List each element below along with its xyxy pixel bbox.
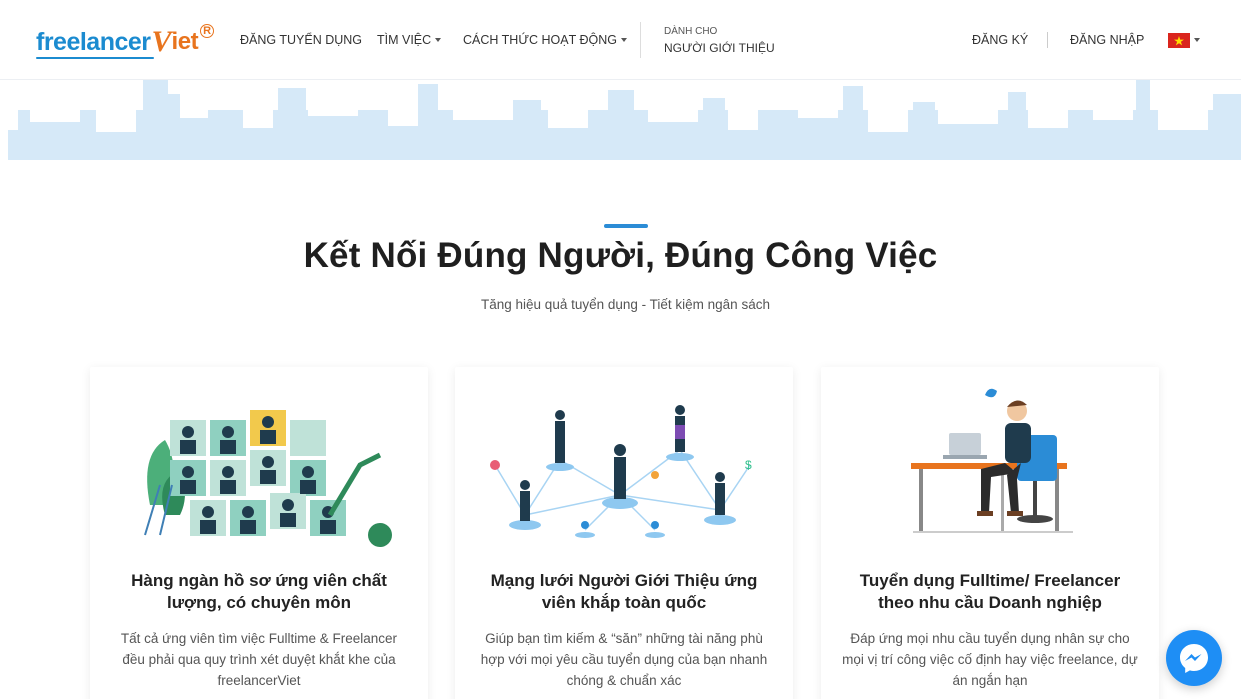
card-title-network: Mạng lưới Người Giới Thiệu ứng viên khắp… <box>490 571 758 612</box>
chevron-down-icon <box>435 38 442 42</box>
header: freelancer V iet R ĐĂNG TUYỂN DỤNG TÌM V… <box>0 0 1241 80</box>
registered-mark: R <box>200 24 215 38</box>
language-selector[interactable] <box>1168 0 1200 80</box>
nav-find-job-label: TÌM VIỆC <box>377 33 432 47</box>
feature-card-fulltime: Tuyển dụng Fulltime/ Freelancer theo nhu… <box>821 367 1159 699</box>
vietnam-flag-icon <box>1168 32 1190 48</box>
login-label: ĐĂNG NHẬP <box>1070 33 1145 47</box>
svg-text:$: $ <box>745 458 752 472</box>
card-title-profiles: Hàng ngàn hồ sơ ứng viên chất lượng, có … <box>131 571 387 612</box>
register-link[interactable]: ĐĂNG KÝ <box>972 0 1028 80</box>
office-worker-illustration <box>911 388 1073 533</box>
city-skyline-banner <box>8 80 1241 160</box>
card-title-fulltime: Tuyển dụng Fulltime/ Freelancer theo nhu… <box>859 571 1121 612</box>
chevron-down-icon <box>1194 38 1200 42</box>
logo-text-iet: iet <box>171 28 199 55</box>
nav-divider-2 <box>1047 0 1048 80</box>
section-title: Kết Nối Đúng Người, Đúng Công Việc <box>303 236 938 275</box>
skyline-icon <box>8 80 1241 160</box>
login-link[interactable]: ĐĂNG NHẬP <box>1070 0 1144 80</box>
card-text-network: Giúp bạn tìm kiếm & “săn” những tài năng… <box>480 631 768 688</box>
chevron-down-icon <box>620 38 627 42</box>
logo-text-freelancer: freelancer <box>36 27 151 56</box>
section-subtitle: Tăng hiệu quả tuyển dụng - Tiết kiệm ngâ… <box>481 297 770 312</box>
card-text-profiles: Tất cả ứng viên tìm việc Fulltime & Free… <box>120 631 398 688</box>
nav-how-it-works[interactable]: CÁCH THỨC HOẠT ĐỘNG <box>463 0 627 80</box>
feature-card-network: $ Mạng lưới Người Giới Thiệu ứng viên kh… <box>455 367 793 699</box>
referrer-network-illustration: $ <box>490 405 752 538</box>
feature-card-profiles: Hàng ngàn hồ sơ ứng viên chất lượng, có … <box>90 367 428 699</box>
card-text-fulltime: Đáp ứng mọi nhu cầu tuyển dụng nhân sự c… <box>842 631 1138 688</box>
register-label: ĐĂNG KÝ <box>972 33 1029 47</box>
nav-referrer-label: NGƯỜI GIỚI THIỆU <box>664 41 775 55</box>
nav-for-referrer[interactable]: DÀNH CHO NGƯỜI GIỚI THIỆU <box>664 0 775 80</box>
candidate-profiles-illustration <box>144 410 392 547</box>
title-accent-bar <box>604 224 648 228</box>
logo-text-v: V <box>151 25 172 58</box>
messenger-icon <box>1180 644 1208 673</box>
nav-post-job-label: ĐĂNG TUYỂN DỤNG <box>240 33 363 47</box>
nav-how-it-works-label: CÁCH THỨC HOẠT ĐỘNG <box>463 33 617 47</box>
nav-for-label: DÀNH CHO <box>664 26 718 37</box>
nav-divider <box>640 0 641 80</box>
messenger-button[interactable] <box>1166 630 1222 686</box>
nav-find-job[interactable]: TÌM VIỆC <box>377 0 442 80</box>
logo-underline <box>36 57 154 59</box>
nav-post-job[interactable]: ĐĂNG TUYỂN DỤNG <box>240 0 362 80</box>
